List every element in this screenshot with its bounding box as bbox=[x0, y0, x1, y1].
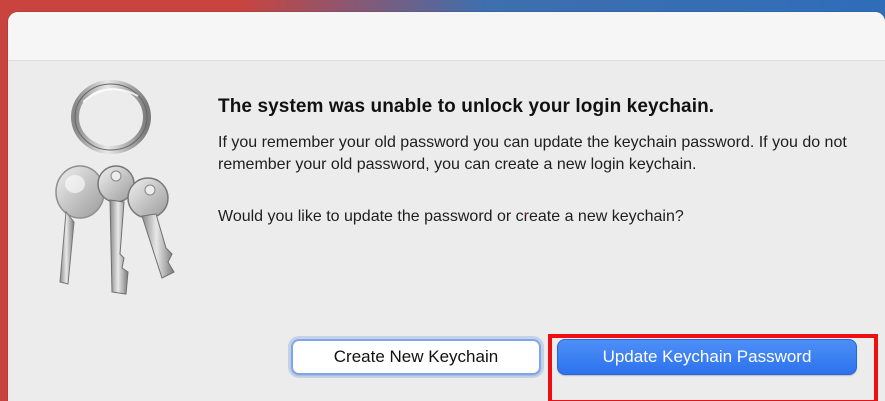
keychain-access-icon bbox=[55, 80, 175, 295]
dialog-titlebar[interactable] bbox=[8, 12, 885, 61]
dialog-question: Would you like to update the password or… bbox=[218, 208, 684, 225]
dialog-content: The system was unable to unlock your log… bbox=[218, 96, 848, 228]
dialog-headline: The system was unable to unlock your log… bbox=[218, 96, 715, 117]
update-keychain-password-button[interactable]: Update Keychain Password bbox=[557, 339, 857, 375]
keychain-alert-dialog: The system was unable to unlock your log… bbox=[8, 12, 885, 401]
create-new-keychain-button[interactable]: Create New Keychain bbox=[291, 339, 541, 375]
dialog-message: If you remember your old password you ca… bbox=[218, 134, 847, 173]
stray-pixel bbox=[525, 213, 527, 215]
dialog-button-row: Create New Keychain Update Keychain Pass… bbox=[8, 339, 885, 379]
